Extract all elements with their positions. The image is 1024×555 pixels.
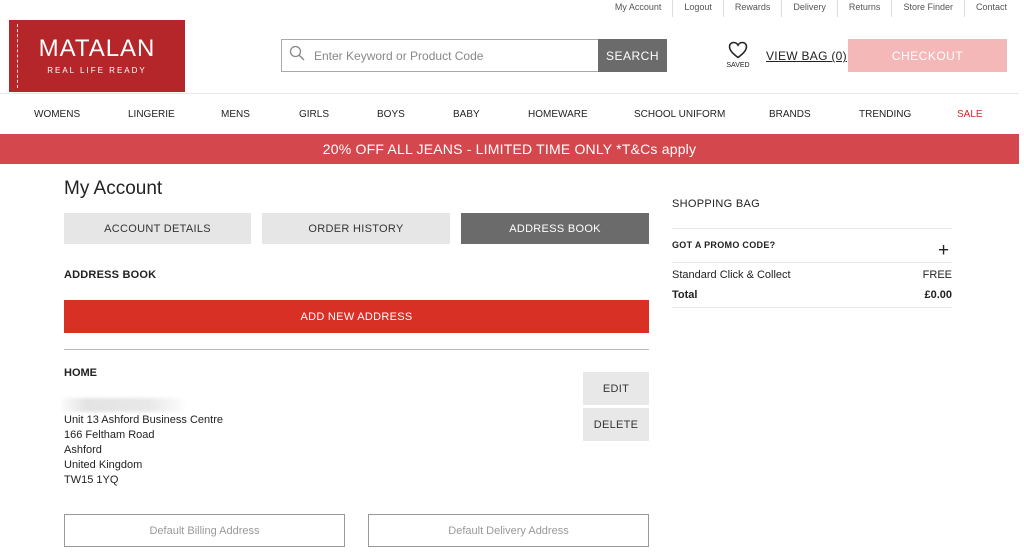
- logo-tagline: REAL LIFE READY: [47, 66, 147, 75]
- main-nav: WOMENS LINGERIE MENS GIRLS BOYS BABY HOM…: [0, 93, 1019, 134]
- search-icon: [289, 45, 305, 66]
- promo-code-toggle[interactable]: GOT A PROMO CODE?: [672, 240, 775, 250]
- search-button[interactable]: SEARCH: [598, 39, 667, 72]
- returns-link[interactable]: Returns: [838, 0, 893, 17]
- delivery-row: Standard Click & Collect FREE: [672, 269, 952, 281]
- address-line: 166 Feltham Road: [64, 429, 155, 441]
- search-bar: SEARCH: [281, 39, 667, 72]
- total-label: Total: [672, 289, 698, 301]
- section-title: ADDRESS BOOK: [64, 269, 157, 281]
- sidebar-divider: [672, 262, 952, 263]
- saved-button[interactable]: SAVED: [724, 41, 752, 69]
- view-bag-link[interactable]: VIEW BAG (0): [766, 49, 847, 63]
- nav-lingerie[interactable]: LINGERIE: [128, 109, 175, 120]
- search-input[interactable]: [314, 48, 584, 63]
- sidebar-divider: [672, 228, 952, 229]
- account-tabs: ACCOUNT DETAILS ORDER HISTORY ADDRESS BO…: [64, 213, 649, 244]
- nav-trending[interactable]: TRENDING: [859, 109, 911, 120]
- my-account-link[interactable]: My Account: [604, 0, 674, 17]
- divider: [64, 349, 649, 350]
- contact-link[interactable]: Contact: [965, 0, 1024, 17]
- delivery-method: Standard Click & Collect: [672, 269, 791, 281]
- total-value: £0.00: [924, 289, 952, 301]
- address-line: Ashford: [64, 444, 102, 456]
- address-label: HOME: [64, 367, 97, 379]
- logo-brand: MATALAN: [38, 35, 156, 62]
- address-line: United Kingdom: [64, 459, 143, 471]
- delivery-price: FREE: [922, 269, 952, 281]
- default-billing-button[interactable]: Default Billing Address: [64, 514, 345, 547]
- nav-mens[interactable]: MENS: [221, 109, 250, 120]
- store-finder-link[interactable]: Store Finder: [892, 0, 965, 17]
- nav-brands[interactable]: BRANDS: [769, 109, 811, 120]
- default-delivery-button[interactable]: Default Delivery Address: [368, 514, 649, 547]
- utility-bar: My Account Logout Rewards Delivery Retur…: [604, 0, 1024, 17]
- promo-banner[interactable]: 20% OFF ALL JEANS - LIMITED TIME ONLY *T…: [0, 134, 1019, 164]
- address-line: Unit 13 Ashford Business Centre: [64, 414, 223, 426]
- nav-womens[interactable]: WOMENS: [34, 109, 80, 120]
- rewards-link[interactable]: Rewards: [724, 0, 783, 17]
- logo[interactable]: MATALAN REAL LIFE READY: [9, 20, 185, 92]
- nav-boys[interactable]: BOYS: [377, 109, 405, 120]
- address-line: TW15 1YQ: [64, 474, 119, 486]
- page-title: My Account: [64, 178, 163, 199]
- sidebar-divider: [672, 307, 952, 308]
- total-row: Total £0.00: [672, 289, 952, 301]
- tab-address-book[interactable]: ADDRESS BOOK: [461, 213, 649, 244]
- plus-icon[interactable]: +: [938, 241, 949, 260]
- tab-order-history[interactable]: ORDER HISTORY: [262, 213, 450, 244]
- nav-school-uniform[interactable]: SCHOOL UNIFORM: [634, 109, 725, 120]
- checkout-button[interactable]: CHECKOUT: [848, 39, 1007, 72]
- tab-account-details[interactable]: ACCOUNT DETAILS: [64, 213, 251, 244]
- redacted-name: [62, 398, 184, 412]
- address-lines: Unit 13 Ashford Business Centre 166 Felt…: [64, 413, 223, 488]
- add-new-address-button[interactable]: ADD NEW ADDRESS: [64, 300, 649, 333]
- search-box: [281, 39, 598, 72]
- delivery-link[interactable]: Delivery: [782, 0, 838, 17]
- shopping-bag-title: SHOPPING BAG: [672, 198, 760, 210]
- edit-address-button[interactable]: EDIT: [583, 372, 649, 405]
- heart-icon: [724, 41, 752, 59]
- nav-sale[interactable]: SALE: [957, 109, 983, 120]
- nav-girls[interactable]: GIRLS: [299, 109, 329, 120]
- nav-homeware[interactable]: HOMEWARE: [528, 109, 588, 120]
- nav-baby[interactable]: BABY: [453, 109, 480, 120]
- saved-label: SAVED: [726, 62, 750, 69]
- logo-dashed-line: [17, 24, 18, 88]
- delete-address-button[interactable]: DELETE: [583, 408, 649, 441]
- logout-link[interactable]: Logout: [673, 0, 724, 17]
